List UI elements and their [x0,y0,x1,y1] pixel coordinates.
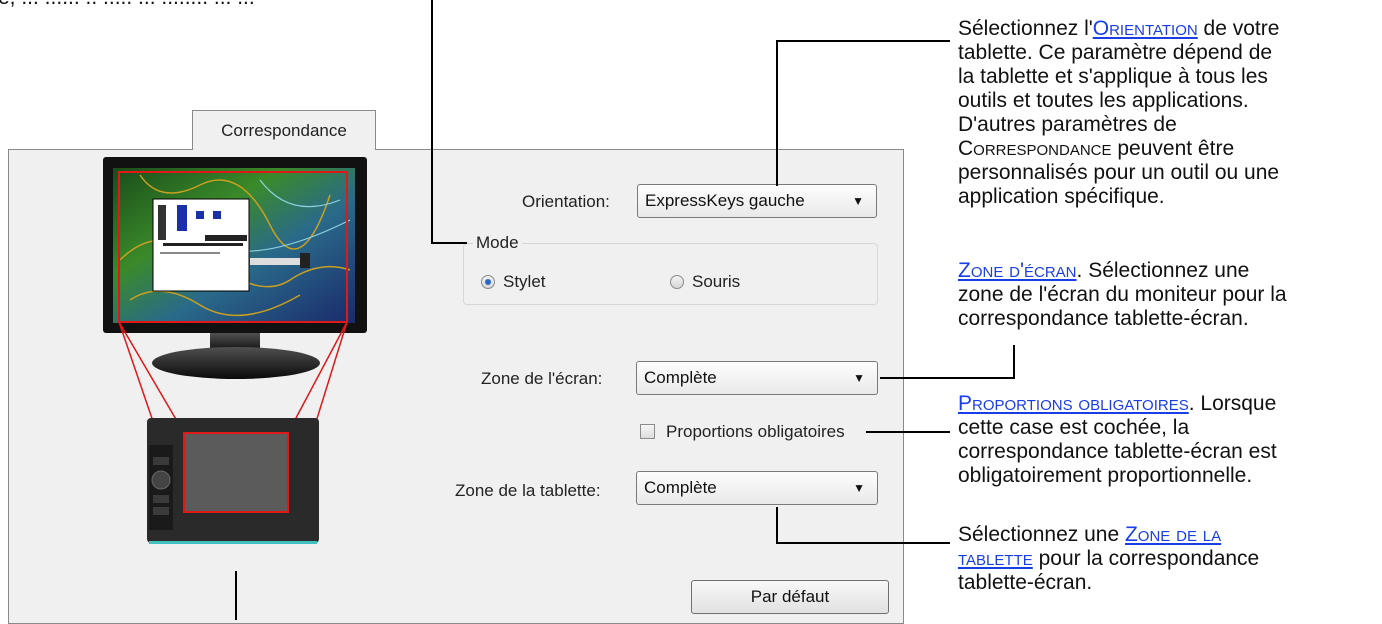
default-button-label: Par défaut [750,587,830,606]
orientation-annotation: Sélectionnez l'Orientation de votre tabl… [958,17,1280,208]
leader-line [1013,345,1015,379]
leader-line [776,542,950,544]
souris-label: Souris [692,272,741,291]
leader-line [431,242,467,244]
orientation-link[interactable]: Orientation [1093,17,1198,40]
zone-tablette-value: Complète [644,478,717,497]
zone-ecran-label: Zone de l'écran: [481,369,603,388]
leader-line [776,507,778,544]
leader-line [880,377,1015,379]
zone-ecran-annotation: Zone d'écran. Sélectionnez une zone de l… [958,259,1287,330]
mode-group-label: Mode [473,233,522,253]
proportions-link[interactable]: Proportions obligatoires [958,392,1189,415]
zone-ecran-value: Complète [644,368,717,387]
zone-tablette-label: Zone de la tablette: [455,481,601,500]
stylet-label: Stylet [503,272,546,291]
orientation-dropdown[interactable]: ExpressKeys gauche ▼ [637,184,877,218]
leader-line [866,431,950,433]
radio-stylet[interactable] [481,275,495,289]
proportions-label[interactable]: Proportions obligatoires [666,422,845,442]
chevron-down-icon: ▼ [853,371,865,385]
proportions-checkbox[interactable] [640,424,655,439]
leader-line [431,0,433,244]
chevron-down-icon: ▼ [853,481,865,495]
radio-souris[interactable] [670,275,684,289]
touch-ring-icon [151,470,171,490]
mapping-illustration [103,157,367,544]
zone-tablette-dropdown[interactable]: Complète ▼ [636,471,878,505]
default-button[interactable]: Par défaut [691,580,889,614]
leader-line [776,40,778,186]
leader-line [776,40,950,42]
tablet-active-area [183,432,289,513]
zone-ecran-link[interactable]: Zone d'écran [958,259,1077,282]
orientation-label: Orientation: [522,192,610,211]
proportions-annotation: Proportions obligatoires. Lorsque cette … [958,392,1277,487]
chevron-down-icon: ▼ [852,194,864,208]
zone-ecran-dropdown[interactable]: Complète ▼ [636,361,878,395]
monitor-base [152,347,320,379]
zone-tablette-annotation: Sélectionnez une Zone de la tablette pou… [958,523,1260,594]
orientation-value: ExpressKeys gauche [645,191,805,210]
